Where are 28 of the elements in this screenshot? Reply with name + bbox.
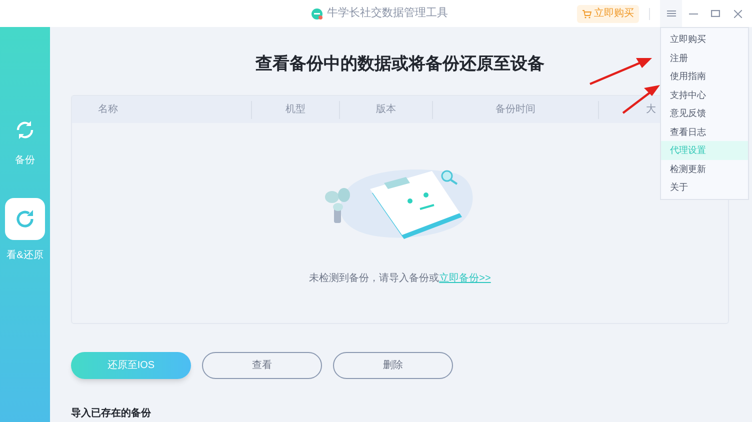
menu-item[interactable]: 注册 [661,48,748,67]
menu-icon [666,10,676,17]
menu-item[interactable]: 使用指南 [661,67,748,86]
section-label: 导入已存在的备份 [71,406,152,421]
sync-icon [15,120,35,140]
menu-item[interactable]: 查看日志 [661,122,748,141]
empty-message: 未检测到备份，请导入备份或立即备份>> [309,272,491,286]
column-header: 名称 [98,103,118,117]
column-header: 机型 [286,102,306,117]
minimize-icon [688,12,698,14]
close-icon [734,10,742,18]
column-header: 大 [646,102,656,117]
column-header: 备份时间 [496,102,536,117]
refresh-icon [14,208,36,230]
action-button[interactable]: 删除 [333,352,453,379]
menu-item[interactable]: 支持中心 [661,86,748,104]
maximize-icon [710,10,720,17]
cart-icon [582,8,592,18]
menu-item[interactable]: 检测更新 [661,160,748,178]
chat-logo-icon [311,8,323,20]
column-header: 版本 [376,102,396,117]
page-heading: 查看备份中的数据或将备份还原至设备 [256,53,544,75]
menu-item[interactable]: 关于 [661,178,748,196]
window-title: 牛学长社交数据管理工具 [327,6,449,22]
menu-button[interactable] [660,0,682,27]
menu-item[interactable]: 立即购买 [661,30,748,48]
action-button[interactable]: 查看 [202,352,322,379]
menu-item[interactable]: 意见反馈 [661,104,748,122]
